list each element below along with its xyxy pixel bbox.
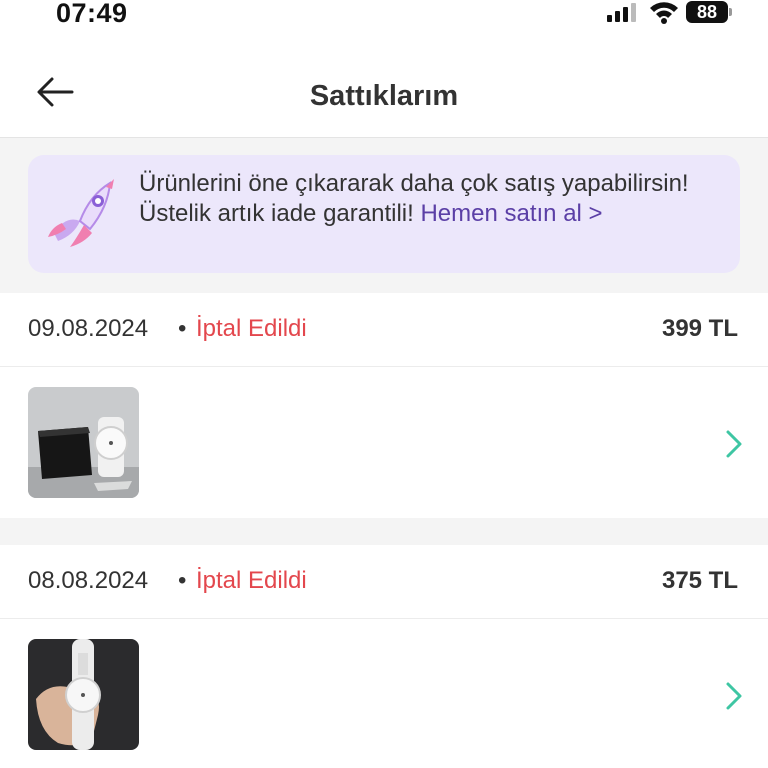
order-card: 08.08.2024 • İptal Edildi 375 TL	[0, 545, 768, 768]
separator-dot: •	[178, 567, 187, 594]
signal-icon	[607, 3, 636, 22]
promo-banner[interactable]: Ürünlerini öne çıkararak daha çok satış …	[28, 155, 740, 273]
order-card: 09.08.2024 • İptal Edildi 399 TL	[0, 293, 768, 518]
order-date: 08.08.2024	[28, 567, 149, 594]
chevron-right-icon[interactable]	[722, 428, 746, 460]
status-time: 07:49	[56, 0, 128, 28]
order-status: İptal Edildi	[196, 315, 307, 342]
order-status: İptal Edildi	[196, 567, 307, 594]
order-price: 399 TL	[661, 315, 738, 342]
wifi-icon	[650, 2, 678, 24]
promo-section: Ürünlerini öne çıkararak daha çok satış …	[0, 139, 768, 293]
order-item-row[interactable]	[0, 368, 768, 518]
status-bar: 07:49 88	[0, 0, 768, 44]
order-date: 09.08.2024	[28, 315, 149, 342]
battery-icon: 88	[686, 1, 732, 23]
rocket-icon	[48, 179, 114, 247]
battery-level: 88	[696, 2, 718, 22]
separator-dot: •	[178, 315, 187, 342]
product-thumbnail[interactable]	[28, 387, 139, 498]
order-header: 09.08.2024 • İptal Edildi 399 TL	[0, 293, 768, 367]
header: Sattıklarım	[0, 44, 768, 138]
order-price: 375 TL	[661, 567, 738, 594]
page-title: Sattıklarım	[309, 80, 459, 112]
promo-message: Ürünlerini öne çıkararak daha çok satış …	[139, 170, 689, 227]
order-header: 08.08.2024 • İptal Edildi 375 TL	[0, 545, 768, 619]
order-item-row[interactable]	[0, 620, 768, 768]
product-thumbnail[interactable]	[28, 639, 139, 750]
chevron-right-icon[interactable]	[722, 680, 746, 712]
promo-buy-link[interactable]: Hemen satın al >	[420, 200, 602, 227]
promo-text: Ürünlerini öne çıkararak daha çok satış …	[139, 169, 719, 229]
